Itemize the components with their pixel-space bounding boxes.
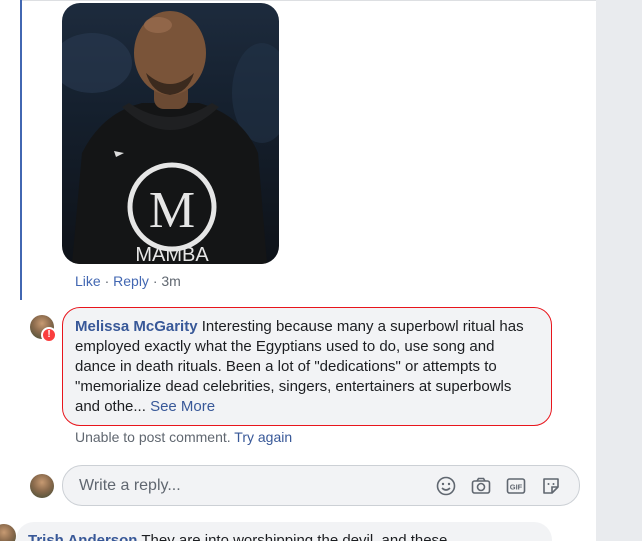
photo-of-man-in-mamba-hoodie-icon: M MAMBA [62,11,279,264]
like-link[interactable]: Like [75,273,101,289]
gif-label: GIF [510,483,523,492]
camera-icon[interactable] [471,476,491,496]
sticker-icon[interactable] [541,476,561,496]
separator: · [104,273,114,289]
see-more-link[interactable]: See More [150,398,215,415]
avatar[interactable] [30,474,54,498]
comment-photo[interactable]: M MAMBA [62,3,279,264]
reply-input[interactable]: Write a reply... GIF [62,465,580,506]
reply-link[interactable]: Reply [113,273,149,289]
gif-icon[interactable]: GIF [506,476,526,496]
error-badge-icon: ! [41,327,57,343]
avatar[interactable] [0,524,16,541]
try-again-link[interactable]: Try again [234,429,292,445]
comment-author[interactable]: Trish Anderson [28,532,137,541]
logo-letter: M [149,182,195,239]
comment-actions: Like · Reply · 3m [75,273,181,289]
post-error-status: Unable to post comment. Try again [75,429,292,445]
hoodie-text: MAMBA [135,244,209,264]
reply-author[interactable]: Melissa McGarity [75,318,198,335]
comment-bubble: Trish Anderson They are into worshipping… [16,522,552,541]
emoji-icon[interactable] [436,476,456,496]
post-error-message: Unable to post comment. [75,429,231,445]
reply-bubble: Melissa McGarity Interesting because man… [62,307,552,426]
thread-line [20,0,22,300]
comment-text: They are into worshipping the devil, and… [141,532,448,541]
reply-placeholder: Write a reply... [79,477,181,494]
right-gutter [596,0,642,541]
comment-time[interactable]: 3m [161,273,180,289]
